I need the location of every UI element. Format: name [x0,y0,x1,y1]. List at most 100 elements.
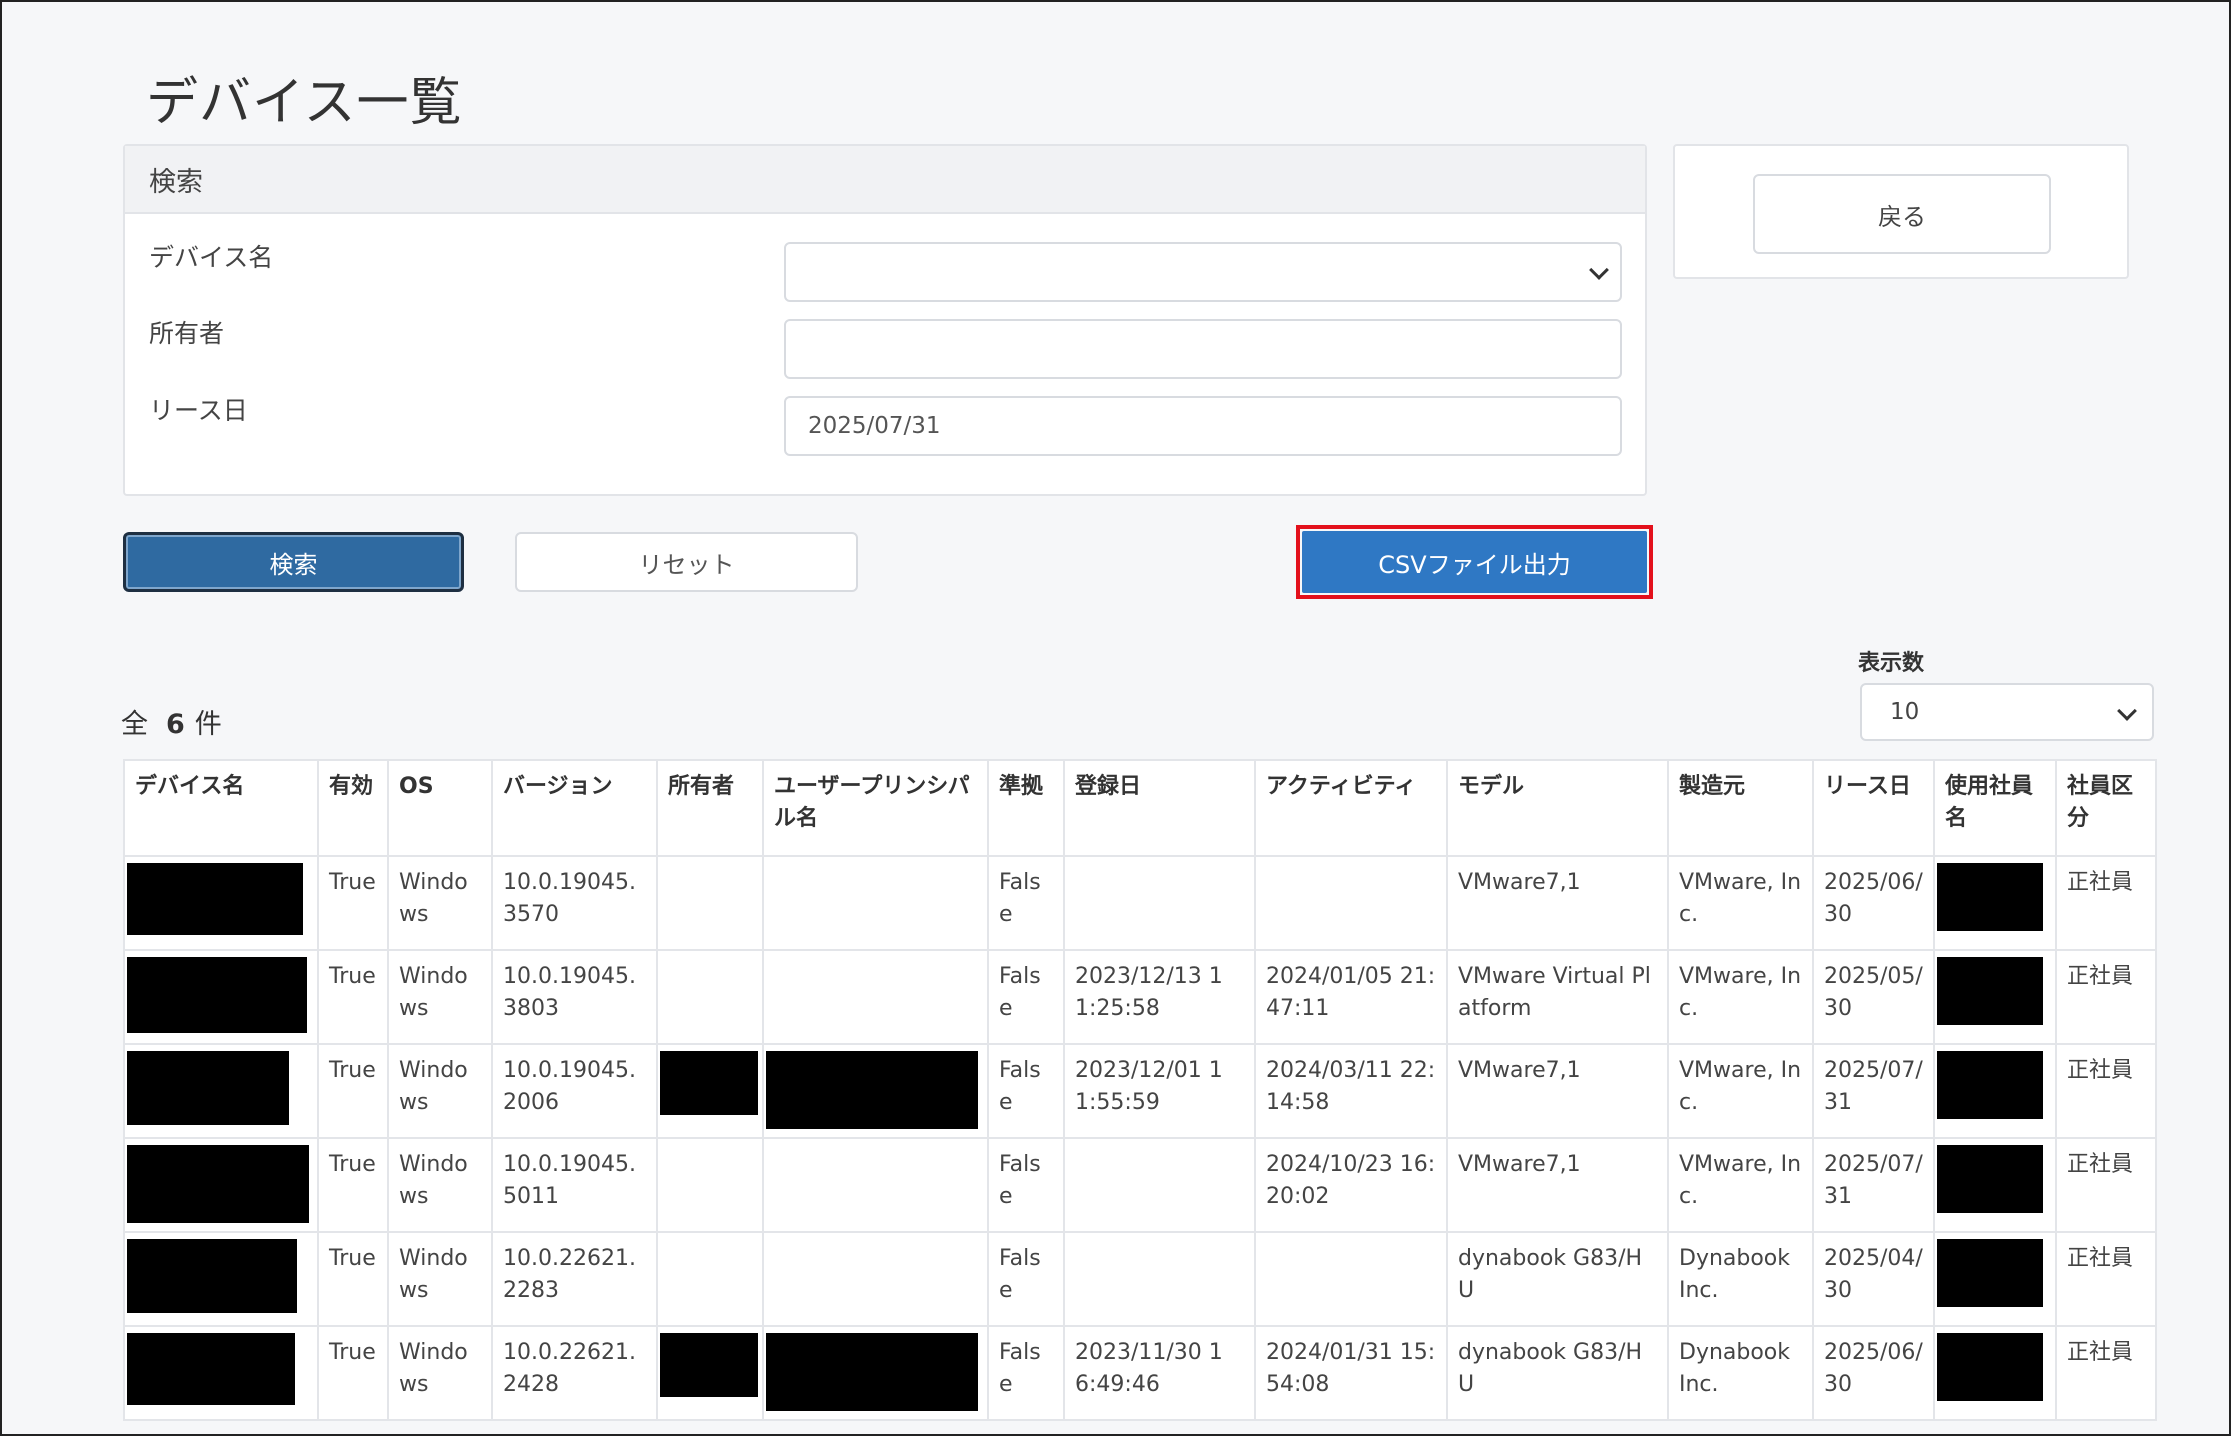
lease-cell: 2025/04/30 [1812,1231,1935,1327]
employee-category-cell: 正社員 [2055,1043,2157,1139]
back-button[interactable]: 戻る [1753,174,2051,254]
model-cell: VMware Virtual Platform [1446,949,1669,1045]
employee-category-cell: 正社員 [2055,949,2157,1045]
upn-redaction [766,1333,978,1411]
compliant-cell: False [987,1137,1065,1233]
upn-cell [762,1137,989,1233]
os-cell: Windows [387,1137,493,1233]
lease-cell: 2025/05/30 [1812,949,1935,1045]
page-title: デバイス一覧 [146,73,463,133]
activity-cell: 2024/01/31 15:54:08 [1254,1325,1448,1421]
csv-export-button[interactable]: CSVファイル出力 [1302,531,1647,593]
owner-cell [656,1231,764,1327]
device-name-redaction [127,1145,309,1223]
employee-name-redaction [1937,957,2043,1025]
total-count-suffix: 件 [194,709,222,740]
compliant-cell: False [987,855,1065,951]
device-table: デバイス名 有効 OS バージョン 所有者 ユーザープリンシパル名 準拠 登録日… [123,759,2157,1421]
lease-date-value: 2025/07/31 [808,413,941,439]
activity-cell [1254,1231,1448,1327]
chevron-down-icon [1589,260,1609,280]
activity-cell: 2024/03/11 22:14:58 [1254,1043,1448,1139]
page-size-select[interactable]: 10 [1860,683,2154,741]
lease-cell: 2025/07/31 [1812,1043,1935,1139]
version-cell: 10.0.22621.2283 [491,1231,658,1327]
table-row[interactable]: True Windows 10.0.22621.2283 False dynabook … [123,1231,2157,1327]
compliant-cell: False [987,949,1065,1045]
employee-name-cell [1933,1231,2057,1327]
manufacturer-cell: Dynabook Inc. [1667,1231,1814,1327]
reset-button[interactable]: リセット [515,532,858,592]
registered-cell: 2023/11/30 16:49:46 [1063,1325,1256,1421]
version-cell: 10.0.19045.3570 [491,855,658,951]
upn-cell [762,949,989,1045]
owner-label: 所有者 [149,319,225,348]
manufacturer-cell: VMware, Inc. [1667,949,1814,1045]
col-compliant[interactable]: 準拠 [987,759,1065,857]
registered-cell [1063,1137,1256,1233]
manufacturer-cell: VMware, Inc. [1667,1043,1814,1139]
page-size-label: 表示数 [1858,651,1925,676]
owner-redaction [660,1333,758,1397]
app-frame: デバイス一覧 検索 デバイス名 所有者 リース日 2025/07/31 戻る 検… [0,0,2231,1436]
upn-cell [762,1325,989,1421]
col-activity[interactable]: アクティビティ [1254,759,1448,857]
table-header-row: デバイス名 有効 OS バージョン 所有者 ユーザープリンシパル名 準拠 登録日… [123,759,2157,857]
activity-cell [1254,855,1448,951]
compliant-cell: False [987,1325,1065,1421]
col-employee-name[interactable]: 使用社員名 [1933,759,2057,857]
employee-name-redaction [1937,1239,2043,1307]
device-name-cell [123,1231,319,1327]
col-lease-date[interactable]: リース日 [1812,759,1935,857]
device-name-select[interactable] [784,242,1622,302]
table-row[interactable]: True Windows 10.0.19045.2006 False 2023/12/0… [123,1043,2157,1139]
model-cell: VMware7,1 [1446,1043,1669,1139]
employee-name-redaction [1937,1333,2043,1401]
col-os[interactable]: OS [387,759,493,857]
employee-name-cell [1933,1137,2057,1233]
owner-input[interactable] [784,319,1622,379]
col-version[interactable]: バージョン [491,759,658,857]
device-name-redaction [127,1333,295,1405]
model-cell: dynabook G83/HU [1446,1231,1669,1327]
compliant-cell: False [987,1231,1065,1327]
employee-category-cell: 正社員 [2055,1231,2157,1327]
activity-cell: 2024/01/05 21:47:11 [1254,949,1448,1045]
enabled-cell: True [317,1043,389,1139]
table-row[interactable]: True Windows 10.0.19045.5011 False 2024/10/2… [123,1137,2157,1233]
employee-name-cell [1933,1043,2057,1139]
col-model[interactable]: モデル [1446,759,1669,857]
search-button[interactable]: 検索 [123,532,464,592]
registered-cell: 2023/12/13 11:25:58 [1063,949,1256,1045]
employee-name-redaction [1937,863,2043,931]
col-registered[interactable]: 登録日 [1063,759,1256,857]
table-row[interactable]: True Windows 10.0.22621.2428 False 2023/11/3… [123,1325,2157,1421]
device-name-cell [123,1043,319,1139]
col-enabled[interactable]: 有効 [317,759,389,857]
enabled-cell: True [317,949,389,1045]
col-manufacturer[interactable]: 製造元 [1667,759,1814,857]
col-device-name[interactable]: デバイス名 [123,759,319,857]
compliant-cell: False [987,1043,1065,1139]
employee-name-cell [1933,1325,2057,1421]
table-row[interactable]: True Windows 10.0.19045.3570 False VMware7,1… [123,855,2157,951]
owner-cell [656,1043,764,1139]
registered-cell [1063,855,1256,951]
owner-cell [656,855,764,951]
employee-name-redaction [1937,1051,2043,1119]
os-cell: Windows [387,949,493,1045]
employee-name-cell [1933,855,2057,951]
owner-cell [656,949,764,1045]
lease-date-input[interactable]: 2025/07/31 [784,396,1622,456]
search-panel: 検索 デバイス名 所有者 リース日 2025/07/31 [123,144,1647,496]
device-name-redaction [127,863,303,935]
col-owner[interactable]: 所有者 [656,759,764,857]
device-name-cell [123,1325,319,1421]
col-upn[interactable]: ユーザープリンシパル名 [762,759,989,857]
model-cell: dynabook G83/HU [1446,1325,1669,1421]
device-name-cell [123,855,319,951]
registered-cell: 2023/12/01 11:55:59 [1063,1043,1256,1139]
col-employee-category[interactable]: 社員区分 [2055,759,2157,857]
table-row[interactable]: True Windows 10.0.19045.3803 False 2023/12/1… [123,949,2157,1045]
lease-cell: 2025/07/31 [1812,1137,1935,1233]
